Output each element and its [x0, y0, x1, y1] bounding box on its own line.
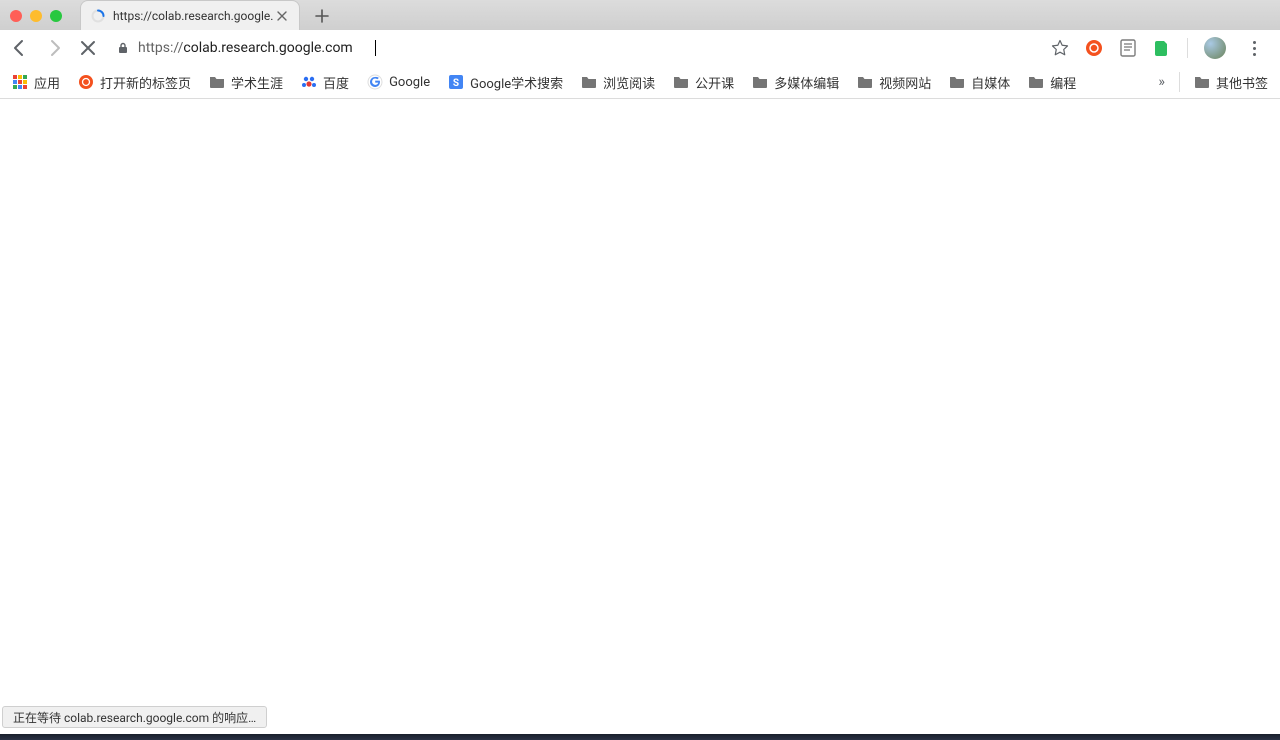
bookmark-label: 多媒体编辑 [774, 73, 839, 92]
bookmarks-overflow-button[interactable]: » [1158, 74, 1165, 90]
stop-loading-button[interactable] [76, 36, 100, 60]
desktop-sliver [0, 734, 1280, 740]
reader-extension-icon[interactable] [1119, 39, 1137, 57]
bookmark-item[interactable]: Google [367, 74, 430, 90]
url-scheme: https:// [138, 40, 183, 56]
profile-avatar[interactable] [1204, 37, 1226, 59]
other-bookmarks-folder[interactable]: 其他书签 [1194, 73, 1268, 92]
url-text: https://colab.research.google.com [138, 40, 353, 56]
separator [1187, 38, 1188, 58]
bookmark-label: 学术生涯 [231, 73, 283, 92]
bookmark-folder[interactable]: 自媒体 [949, 73, 1010, 92]
address-bar[interactable]: https://colab.research.google.com [110, 34, 1041, 62]
bookmark-item[interactable]: S Google学术搜索 [448, 73, 563, 92]
bookmark-label: Google学术搜索 [470, 73, 563, 92]
navigation-toolbar: https://colab.research.google.com [0, 30, 1280, 66]
bookmark-label: 自媒体 [971, 73, 1010, 92]
bookmark-label: 视频网站 [879, 73, 931, 92]
bookmark-label: Google [389, 75, 430, 90]
bookmark-label: 浏览阅读 [603, 73, 655, 92]
new-tab-button[interactable] [310, 4, 334, 28]
bookmark-label: 公开课 [695, 73, 734, 92]
other-bookmarks-label: 其他书签 [1216, 73, 1268, 92]
loading-spinner-icon [91, 9, 105, 23]
apps-shortcut[interactable]: 应用 [12, 73, 60, 92]
tab-title: https://colab.research.google. [113, 9, 275, 23]
bookmarks-bar: 应用 打开新的标签页 学术生涯 百度 Google S Google学术搜索 浏… [0, 66, 1280, 99]
bookmark-label: 打开新的标签页 [100, 73, 191, 92]
url-host: colab.research.google.com [183, 40, 352, 56]
bookmark-folder[interactable]: 编程 [1028, 73, 1076, 92]
lock-icon [116, 41, 130, 55]
svg-text:S: S [453, 78, 459, 89]
bookmark-item[interactable]: 百度 [301, 73, 349, 92]
status-bar: 正在等待 colab.research.google.com 的响应… [2, 706, 267, 728]
browser-tab[interactable]: https://colab.research.google. [80, 0, 300, 30]
bookmark-folder[interactable]: 学术生涯 [209, 73, 283, 92]
forward-button[interactable] [42, 36, 66, 60]
bookmark-folder[interactable]: 浏览阅读 [581, 73, 655, 92]
window-controls [0, 2, 72, 30]
separator [1179, 72, 1180, 92]
bookmark-folder[interactable]: 公开课 [673, 73, 734, 92]
bookmark-folder[interactable]: 视频网站 [857, 73, 931, 92]
bookmark-folder[interactable]: 多媒体编辑 [752, 73, 839, 92]
tab-strip: https://colab.research.google. [0, 0, 1280, 30]
chrome-menu-button[interactable] [1242, 36, 1266, 60]
status-text: 正在等待 colab.research.google.com 的响应… [13, 709, 256, 726]
close-window-button[interactable] [10, 10, 22, 22]
text-cursor [375, 40, 376, 56]
minimize-window-button[interactable] [30, 10, 42, 22]
bookmark-label: 编程 [1050, 73, 1076, 92]
extension-icon[interactable] [1085, 39, 1103, 57]
maximize-window-button[interactable] [50, 10, 62, 22]
bookmark-star-icon[interactable] [1051, 39, 1069, 57]
bookmark-label: 百度 [323, 73, 349, 92]
bookmark-item[interactable]: 打开新的标签页 [78, 73, 191, 92]
close-tab-button[interactable] [275, 9, 289, 23]
page-content: 正在等待 colab.research.google.com 的响应… [0, 99, 1280, 734]
back-button[interactable] [8, 36, 32, 60]
toolbar-actions [1051, 36, 1272, 60]
evernote-extension-icon[interactable] [1153, 39, 1171, 57]
apps-label: 应用 [34, 73, 60, 92]
